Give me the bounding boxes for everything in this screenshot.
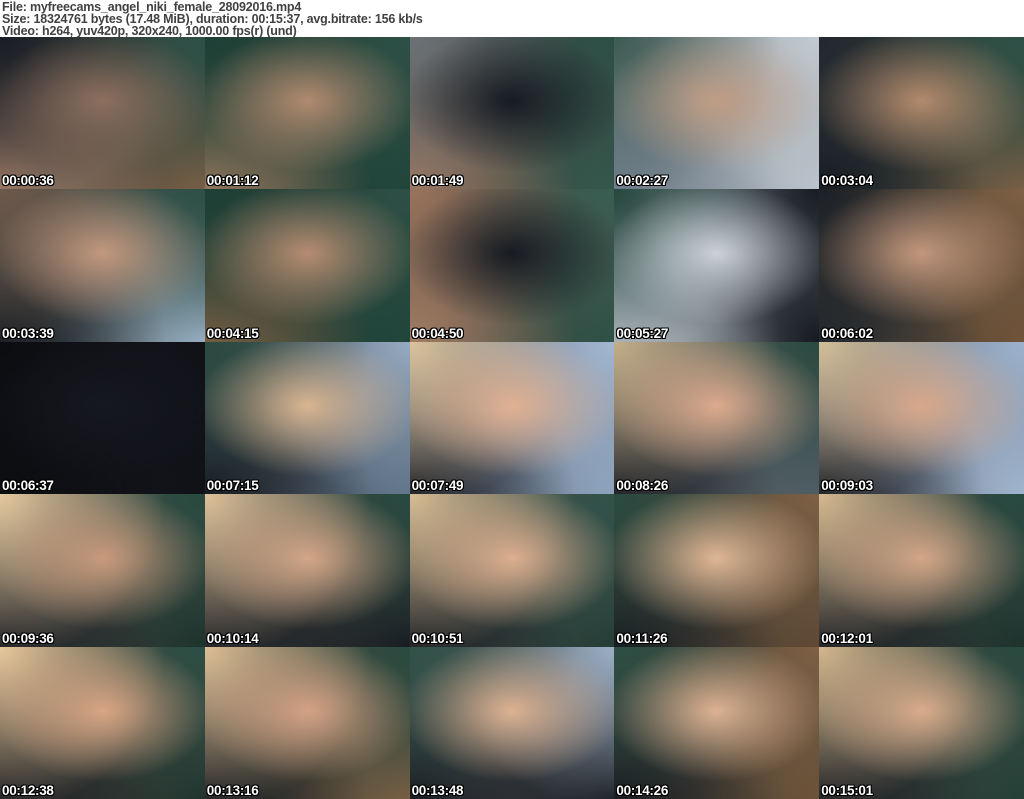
thumbnail-cell: 00:01:49 [409,37,615,190]
thumbnail-cell: 00:15:01 [819,646,1024,799]
timestamp-overlay: 00:12:38 [2,782,54,798]
timestamp-overlay: 00:03:04 [821,173,873,189]
thumbnail-cell: 00:03:39 [0,189,205,342]
thumbnail-cell: 00:07:15 [204,341,410,495]
timestamp-overlay: 00:13:16 [206,782,259,798]
thumbnail-cell: 00:08:26 [614,341,820,495]
thumbnail-cell: 00:13:16 [204,646,410,799]
timestamp-overlay: 00:01:49 [411,173,464,189]
timestamp-overlay: 00:03:39 [2,325,54,341]
thumbnail-cell: 00:05:27 [614,189,820,342]
timestamp-overlay: 00:04:15 [206,325,259,341]
thumbnail-cell: 00:14:26 [614,646,820,799]
thumbnail-cell: 00:10:14 [204,494,410,647]
timestamp-overlay: 00:07:15 [206,478,259,494]
thumbnail-cell: 00:13:48 [409,646,615,799]
contact-sheet: File: myfreecams_angel_niki_female_28092… [0,0,1024,799]
thumbnail-cell: 00:01:12 [204,37,410,190]
timestamp-overlay: 00:02:27 [616,173,669,189]
media-info-header: File: myfreecams_angel_niki_female_28092… [0,0,1024,37]
thumbnail-cell: 00:12:01 [819,494,1024,647]
thumbnail-cell: 00:04:15 [204,189,410,342]
timestamp-overlay: 00:10:51 [411,630,464,646]
thumbnail-cell: 00:10:51 [409,494,615,647]
thumbnail-cell: 00:03:04 [819,37,1024,190]
thumbnail-cell: 00:04:50 [409,189,615,342]
timestamp-overlay: 00:09:03 [821,478,873,494]
thumbnail-cell: 00:00:36 [0,37,205,190]
thumbnail-cell: 00:06:02 [819,189,1024,342]
timestamp-overlay: 00:15:01 [821,782,873,798]
thumbnail-cell: 00:12:38 [0,646,205,799]
timestamp-overlay: 00:11:26 [616,630,668,646]
timestamp-overlay: 00:10:14 [206,630,259,646]
timestamp-overlay: 00:12:01 [821,630,873,646]
timestamp-overlay: 00:14:26 [616,782,669,798]
timestamp-overlay: 00:01:12 [206,173,259,189]
timestamp-overlay: 00:04:50 [411,325,464,341]
thumbnail-cell: 00:02:27 [614,37,820,190]
timestamp-overlay: 00:08:26 [616,478,669,494]
timestamp-overlay: 00:06:02 [821,325,873,341]
timestamp-overlay: 00:00:36 [2,173,54,189]
thumbnail-cell: 00:06:37 [0,341,205,495]
thumbnail-grid: 00:00:36 00:01:12 00:01:49 00:02:27 00:03:04… [0,37,1024,799]
timestamp-overlay: 00:13:48 [411,782,464,798]
timestamp-overlay: 00:09:36 [2,630,54,646]
timestamp-overlay: 00:07:49 [411,478,464,494]
timestamp-overlay: 00:05:27 [616,325,669,341]
thumbnail-cell: 00:11:26 [614,494,820,647]
timestamp-overlay: 00:06:37 [2,478,54,494]
thumbnail-cell: 00:09:03 [819,341,1024,495]
video-codec-line: Video: h264, yuv420p, 320x240, 1000.00 f… [2,24,297,38]
thumbnail-cell: 00:07:49 [409,341,615,495]
thumbnail-cell: 00:09:36 [0,494,205,647]
